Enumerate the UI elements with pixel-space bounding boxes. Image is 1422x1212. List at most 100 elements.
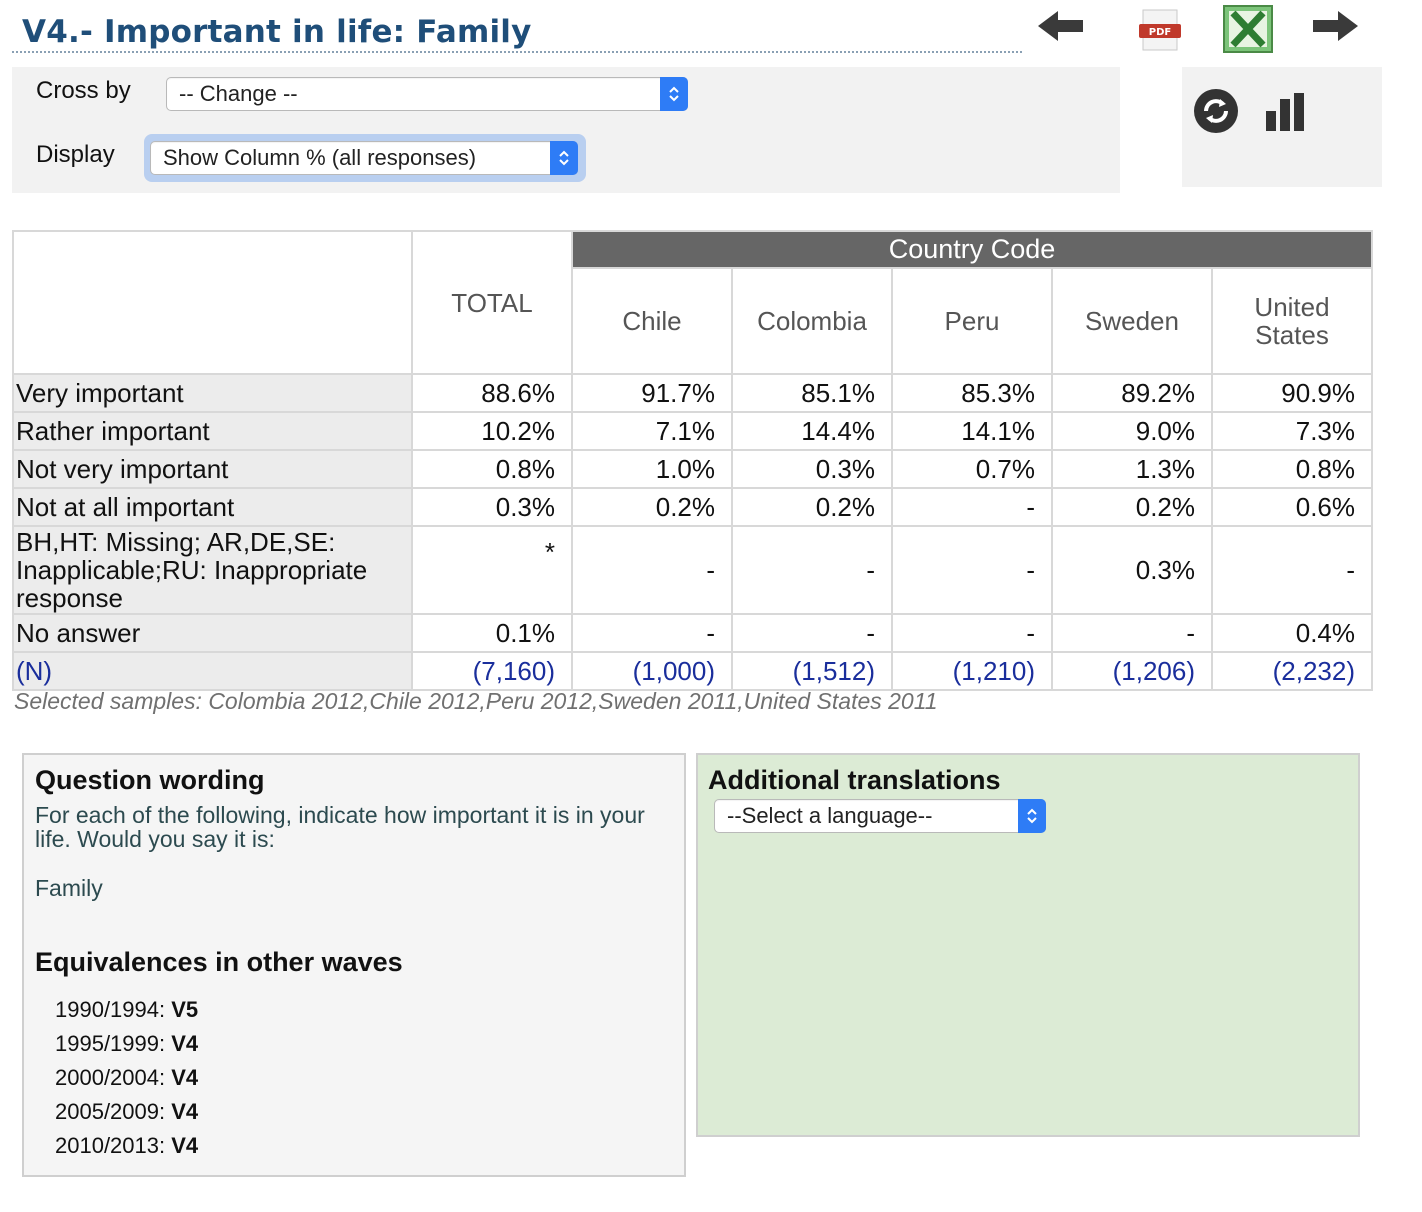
value-cell: 0.7%	[891, 449, 1053, 489]
wave-code: V4	[171, 1031, 199, 1056]
value-cell: -	[571, 613, 733, 653]
equivalence-item: 1995/1999: V4	[55, 1027, 198, 1061]
value-cell: (2,232)	[1211, 651, 1373, 691]
refresh-icon[interactable]	[1192, 87, 1240, 135]
total-cell: 0.3%	[411, 487, 573, 527]
wave-label: 2010/2013:	[55, 1133, 166, 1158]
display-value: Show Column % (all responses)	[163, 145, 477, 170]
tool-panel	[1182, 67, 1382, 187]
pdf-icon[interactable]: PDF	[1136, 8, 1184, 52]
value-cell: 89.2%	[1051, 373, 1213, 413]
value-cell: 0.2%	[1051, 487, 1213, 527]
value-cell: 0.4%	[1211, 613, 1373, 653]
value-cell: 1.0%	[571, 449, 733, 489]
question-item: Family	[35, 875, 103, 901]
column-header: Chile	[571, 267, 733, 375]
value-cell: 85.3%	[891, 373, 1053, 413]
additional-translations-heading: Additional translations	[708, 765, 1001, 795]
value-cell: 0.2%	[731, 487, 893, 527]
value-cell: 90.9%	[1211, 373, 1373, 413]
equivalence-item: 2005/2009: V4	[55, 1095, 198, 1129]
table-row: Very important 88.6% 91.7% 85.1% 85.3% 8…	[12, 373, 1373, 413]
value-cell: 7.1%	[571, 411, 733, 451]
value-cell: -	[731, 525, 893, 615]
row-label: Very important	[12, 373, 413, 413]
question-wording-heading: Question wording	[35, 765, 265, 795]
cross-by-select[interactable]: -- Change --	[166, 77, 688, 111]
arrow-left-icon[interactable]	[1036, 8, 1086, 44]
row-label: Rather important	[12, 411, 413, 451]
additional-translations-panel: Additional translations --Select a langu…	[696, 753, 1360, 1137]
value-cell: -	[571, 525, 733, 615]
row-label: BH,HT: Missing; AR,DE,SE: Inapplicable;R…	[12, 525, 413, 615]
selected-samples-note: Selected samples: Colombia 2012,Chile 20…	[14, 688, 938, 714]
value-cell: -	[891, 525, 1053, 615]
value-cell: -	[1051, 613, 1213, 653]
wave-code: V4	[171, 1099, 199, 1124]
column-header: Colombia	[731, 267, 893, 375]
corner-cell	[12, 230, 413, 375]
equivalence-item: 1990/1994: V5	[55, 993, 198, 1027]
total-cell: 10.2%	[411, 411, 573, 451]
table-row: No answer 0.1% - - - - 0.4%	[12, 613, 1373, 653]
table-row: BH,HT: Missing; AR,DE,SE: Inapplicable;R…	[12, 525, 1373, 615]
svg-text:PDF: PDF	[1149, 27, 1171, 38]
table-row: Not very important 0.8% 1.0% 0.3% 0.7% 1…	[12, 449, 1373, 489]
arrow-right-icon[interactable]	[1310, 8, 1360, 44]
display-select[interactable]: Show Column % (all responses)	[150, 141, 578, 175]
value-cell: 0.8%	[1211, 449, 1373, 489]
title-divider	[12, 51, 1022, 53]
value-cell: 0.6%	[1211, 487, 1373, 527]
value-cell: (1,210)	[891, 651, 1053, 691]
wave-code: V4	[171, 1065, 199, 1090]
column-header: Peru	[891, 267, 1053, 375]
wave-label: 2005/2009:	[55, 1099, 166, 1124]
options-panel: Cross by -- Change -- Display Show Colum…	[12, 67, 1120, 193]
wave-code: V5	[171, 997, 199, 1022]
value-cell: 14.1%	[891, 411, 1053, 451]
select-stepper-icon	[1018, 799, 1046, 833]
page-title: V4.- Important in life: Family	[22, 14, 532, 50]
wave-label: 1995/1999:	[55, 1031, 166, 1056]
equivalence-item: 2000/2004: V4	[55, 1061, 198, 1095]
value-cell: -	[891, 613, 1053, 653]
wave-code: V4	[171, 1133, 199, 1158]
bar-chart-icon[interactable]	[1264, 91, 1312, 133]
language-select[interactable]: --Select a language--	[714, 799, 1046, 833]
value-cell: -	[891, 487, 1053, 527]
value-cell: 7.3%	[1211, 411, 1373, 451]
cross-by-label: Cross by	[36, 77, 131, 104]
total-cell: 0.8%	[411, 449, 573, 489]
select-stepper-icon	[550, 141, 578, 175]
equivalences-list: 1990/1994: V5 1995/1999: V4 2000/2004: V…	[55, 993, 198, 1163]
country-code-header: Country Code	[571, 230, 1373, 269]
total-cell: *	[411, 525, 573, 615]
value-cell: (1,206)	[1051, 651, 1213, 691]
value-cell: 9.0%	[1051, 411, 1213, 451]
row-label: (N)	[12, 651, 413, 691]
column-header: United States	[1211, 267, 1373, 375]
row-label: No answer	[12, 613, 413, 653]
table-row: Rather important 10.2% 7.1% 14.4% 14.1% …	[12, 411, 1373, 451]
equivalence-item: 2010/2013: V4	[55, 1129, 198, 1163]
value-cell: 0.3%	[1051, 525, 1213, 615]
value-cell: 85.1%	[731, 373, 893, 413]
value-cell: 14.4%	[731, 411, 893, 451]
total-header: TOTAL	[411, 230, 573, 375]
table-row: Not at all important 0.3% 0.2% 0.2% - 0.…	[12, 487, 1373, 527]
question-wording-panel: Question wording For each of the followi…	[22, 753, 686, 1177]
value-cell: -	[731, 613, 893, 653]
equivalences-heading: Equivalences in other waves	[35, 947, 403, 977]
total-cell: 88.6%	[411, 373, 573, 413]
column-header: Sweden	[1051, 267, 1213, 375]
value-cell: 91.7%	[571, 373, 733, 413]
total-cell: 0.1%	[411, 613, 573, 653]
value-cell: -	[1211, 525, 1373, 615]
total-cell: (7,160)	[411, 651, 573, 691]
select-stepper-icon	[660, 77, 688, 111]
excel-icon[interactable]	[1223, 5, 1273, 53]
crosstab-table: TOTAL Country Code Chile Colombia Peru S…	[12, 230, 1373, 691]
value-cell: 0.2%	[571, 487, 733, 527]
display-label: Display	[36, 141, 115, 168]
question-text: For each of the following, indicate how …	[35, 802, 645, 852]
